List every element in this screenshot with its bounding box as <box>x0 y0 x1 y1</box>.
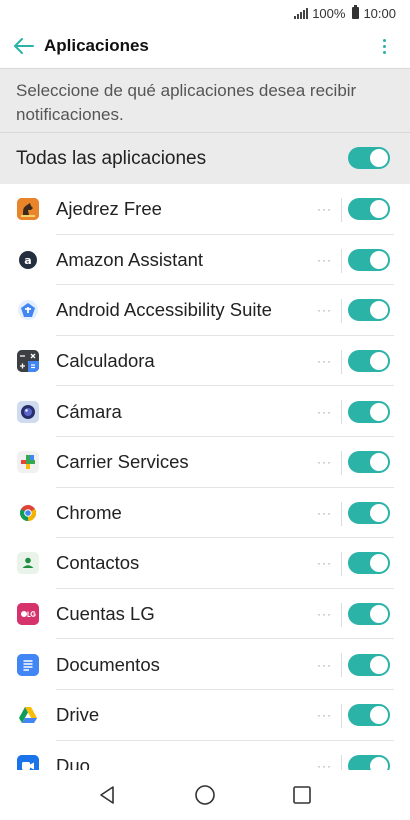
camera-icon <box>17 400 39 423</box>
all-apps-row: Todas las aplicaciones <box>0 132 410 184</box>
list-item[interactable]: a Amazon Assistant ··· <box>0 235 410 286</box>
circle-home-icon <box>195 785 215 805</box>
app-name: Duo <box>56 754 90 770</box>
square-recents-icon <box>292 786 311 804</box>
duo-icon <box>17 754 39 770</box>
list-item[interactable]: Duo ··· <box>0 741 410 770</box>
app-options-button[interactable]: ··· <box>317 253 332 267</box>
docs-icon <box>17 653 39 676</box>
list-item[interactable]: Cuentas LG ··· <box>0 589 410 640</box>
battery-percent: 100% <box>312 5 346 21</box>
chrome-icon <box>17 502 39 524</box>
app-options-button[interactable]: ··· <box>317 405 332 419</box>
app-options-button[interactable]: ··· <box>317 607 332 621</box>
calculator-icon <box>17 350 39 373</box>
all-apps-label: Todas las aplicaciones <box>16 147 207 169</box>
svg-text:a: a <box>24 254 31 267</box>
nav-back-button[interactable] <box>88 775 128 815</box>
status-bar: 100% 10:00 <box>0 0 410 26</box>
app-options-button[interactable]: ··· <box>317 303 332 317</box>
triangle-back-icon <box>100 786 115 804</box>
app-notification-toggle[interactable] <box>348 653 390 676</box>
nav-recents-button[interactable] <box>282 775 322 815</box>
overflow-menu-button[interactable] <box>374 34 394 58</box>
app-name: Documentos <box>56 653 160 675</box>
accessibility-icon <box>17 299 39 321</box>
app-options-button[interactable]: ··· <box>317 658 332 672</box>
signal-icon <box>294 7 309 19</box>
app-notification-toggle[interactable] <box>348 501 390 524</box>
app-name: Cámara <box>56 400 122 422</box>
app-options-button[interactable]: ··· <box>317 202 332 216</box>
app-bar: Aplicaciones <box>0 26 410 66</box>
list-item[interactable]: Android Accessibility Suite ··· <box>0 285 410 336</box>
page-title: Aplicaciones <box>44 36 149 55</box>
all-apps-toggle[interactable] <box>348 147 390 169</box>
app-name: Chrome <box>56 501 122 523</box>
app-name: Calculadora <box>56 350 155 372</box>
nav-home-button[interactable] <box>185 775 225 815</box>
clock: 10:00 <box>363 5 396 21</box>
app-name: Carrier Services <box>56 451 189 473</box>
list-item[interactable]: Cámara ··· <box>0 386 410 437</box>
contacts-icon <box>17 552 39 575</box>
arrow-left-icon <box>14 38 34 54</box>
app-list[interactable]: Ajedrez Free ··· a Amazon Assistant ··· … <box>0 184 410 770</box>
list-item[interactable]: Drive ··· <box>0 690 410 741</box>
app-notification-toggle[interactable] <box>348 299 390 322</box>
app-name: Contactos <box>56 552 140 574</box>
list-item[interactable]: Documentos ··· <box>0 639 410 690</box>
app-options-button[interactable]: ··· <box>317 506 332 520</box>
list-item[interactable]: Chrome ··· <box>0 488 410 539</box>
app-notification-toggle[interactable] <box>348 754 390 770</box>
list-item[interactable]: Carrier Services ··· <box>0 437 410 488</box>
app-notification-toggle[interactable] <box>348 603 390 626</box>
app-options-button[interactable]: ··· <box>317 455 332 469</box>
lg-account-icon <box>17 603 39 626</box>
app-notification-toggle[interactable] <box>348 400 390 423</box>
list-item[interactable]: Calculadora ··· <box>0 336 410 387</box>
app-name: Ajedrez Free <box>56 198 162 220</box>
app-notification-toggle[interactable] <box>348 350 390 373</box>
app-options-button[interactable]: ··· <box>317 354 332 368</box>
list-item[interactable]: Contactos ··· <box>0 538 410 589</box>
description-text: Seleccione de qué aplicaciones desea rec… <box>0 68 410 132</box>
app-name: Android Accessibility Suite <box>56 299 272 321</box>
amazon-icon: a <box>17 249 39 271</box>
app-notification-toggle[interactable] <box>348 451 390 474</box>
chess-icon <box>17 198 39 221</box>
app-name: Drive <box>56 704 100 726</box>
list-item[interactable]: Ajedrez Free ··· <box>0 184 410 235</box>
drive-icon <box>17 704 39 726</box>
navigation-bar <box>0 770 410 820</box>
back-button[interactable] <box>4 26 44 66</box>
app-notification-toggle[interactable] <box>348 198 390 221</box>
app-notification-toggle[interactable] <box>348 552 390 575</box>
app-options-button[interactable]: ··· <box>317 708 332 722</box>
app-options-button[interactable]: ··· <box>317 759 332 770</box>
app-name: Amazon Assistant <box>56 248 204 270</box>
app-name: Cuentas LG <box>56 603 155 625</box>
battery-icon <box>352 5 360 19</box>
app-notification-toggle[interactable] <box>348 704 390 727</box>
app-options-button[interactable]: ··· <box>317 556 332 570</box>
carrier-services-icon <box>17 451 39 474</box>
app-notification-toggle[interactable] <box>348 248 390 271</box>
